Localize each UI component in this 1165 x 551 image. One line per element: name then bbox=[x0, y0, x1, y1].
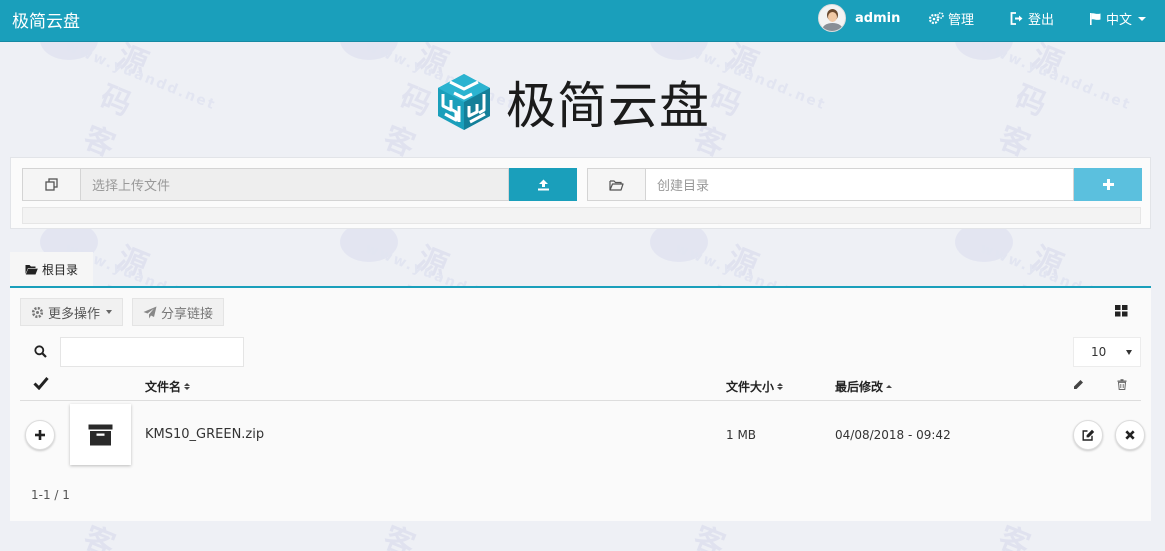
sort-asc-icon bbox=[886, 385, 893, 388]
column-modified-label: 最后修改 bbox=[835, 380, 884, 394]
logo-title: 极简云盘 bbox=[506, 77, 710, 135]
trash-icon bbox=[1117, 379, 1127, 390]
app-logo: 极简云盘 bbox=[432, 66, 710, 138]
create-folder-button[interactable] bbox=[1074, 168, 1142, 201]
cube-logo-icon bbox=[438, 74, 490, 130]
search-icon bbox=[34, 345, 47, 362]
edit-icon bbox=[1082, 429, 1094, 441]
close-icon bbox=[1125, 430, 1135, 440]
table-row[interactable]: KMS10_GREEN.zip 1 MB 04/08/2018 - 09:42 bbox=[20, 402, 1145, 466]
upload-icon bbox=[537, 179, 549, 190]
mkdir-input[interactable]: 创建目录 bbox=[646, 168, 1074, 201]
page-size-select[interactable]: 10 bbox=[1073, 337, 1141, 367]
grid-view-toggle[interactable] bbox=[1115, 305, 1128, 321]
file-name[interactable]: KMS10_GREEN.zip bbox=[145, 427, 264, 442]
flag-icon bbox=[1090, 13, 1101, 25]
column-filesize-label: 文件大小 bbox=[726, 380, 775, 394]
gear-icon bbox=[31, 306, 44, 318]
column-filename-label: 文件名 bbox=[145, 380, 182, 394]
folder-open-icon bbox=[609, 179, 624, 191]
caret-down-icon bbox=[106, 310, 113, 314]
cogs-icon bbox=[929, 12, 944, 25]
upload-addon bbox=[22, 168, 81, 201]
page-size-value: 10 bbox=[1091, 345, 1107, 359]
manage-link[interactable]: 管理 bbox=[929, 9, 974, 28]
paper-plane-icon bbox=[143, 306, 157, 318]
language-label: 中文 bbox=[1106, 13, 1133, 28]
logout-link[interactable]: 登出 bbox=[1010, 9, 1054, 28]
upload-file-input[interactable]: 选择上传文件 bbox=[81, 168, 509, 201]
delete-button[interactable] bbox=[1115, 420, 1145, 450]
username: admin bbox=[855, 10, 901, 26]
language-dropdown[interactable]: 中文 bbox=[1089, 9, 1147, 28]
column-filesize[interactable]: 文件大小 bbox=[726, 378, 784, 395]
plus-icon bbox=[1102, 179, 1114, 190]
upload-input-group: 选择上传文件 bbox=[22, 168, 577, 201]
file-list-panel: 更多操作 分享链接 10 文件名 文件大小 最后修改 KMS10_GREEN.z… bbox=[10, 288, 1151, 521]
caret-down-icon bbox=[1138, 16, 1147, 21]
copy-icon bbox=[45, 178, 58, 191]
mkdir-input-group: 创建目录 bbox=[587, 168, 1142, 201]
pencil-icon bbox=[1074, 380, 1083, 389]
sort-icon bbox=[777, 383, 784, 390]
upload-progress-bar bbox=[22, 207, 1141, 224]
top-navbar: 极简云盘 admin 管理 登出 中文 bbox=[0, 0, 1165, 42]
expand-row-button[interactable] bbox=[25, 420, 55, 450]
share-link-label: 分享链接 bbox=[161, 306, 214, 322]
upload-panel: 选择上传文件 创建目录 bbox=[10, 157, 1151, 229]
mkdir-addon bbox=[587, 168, 646, 201]
manage-label: 管理 bbox=[948, 13, 975, 28]
select-all-checkbox[interactable] bbox=[33, 376, 49, 390]
column-edit bbox=[1073, 379, 1084, 390]
file-thumbnail[interactable] bbox=[70, 404, 131, 465]
check-icon bbox=[33, 377, 49, 390]
column-filename[interactable]: 文件名 bbox=[145, 378, 191, 395]
archive-icon bbox=[88, 424, 113, 445]
avatar bbox=[818, 4, 846, 32]
logout-label: 登出 bbox=[1028, 13, 1055, 28]
navbar-brand[interactable]: 极简云盘 bbox=[12, 7, 80, 32]
column-modified[interactable]: 最后修改 bbox=[835, 378, 893, 395]
file-modified: 04/08/2018 - 09:42 bbox=[835, 428, 951, 442]
search-input[interactable] bbox=[60, 337, 244, 367]
file-size: 1 MB bbox=[726, 428, 757, 442]
user-menu[interactable]: admin bbox=[818, 3, 900, 33]
edit-button[interactable] bbox=[1073, 420, 1103, 450]
grid-icon bbox=[1115, 305, 1128, 317]
breadcrumb-label: 根目录 bbox=[42, 262, 79, 277]
upload-button[interactable] bbox=[509, 168, 577, 201]
folder-open-icon bbox=[25, 264, 38, 274]
sign-out-icon bbox=[1010, 12, 1023, 25]
column-delete bbox=[1117, 379, 1127, 390]
caret-down-icon bbox=[1126, 350, 1132, 355]
more-actions-button[interactable]: 更多操作 bbox=[20, 298, 124, 326]
share-link-button[interactable]: 分享链接 bbox=[132, 298, 225, 326]
pagination-info: 1-1 / 1 bbox=[31, 488, 70, 502]
plus-icon bbox=[35, 430, 45, 440]
breadcrumb-root[interactable]: 根目录 bbox=[10, 252, 94, 286]
table-header: 文件名 文件大小 最后修改 bbox=[20, 376, 1141, 401]
sort-icon bbox=[184, 383, 191, 390]
more-actions-label: 更多操作 bbox=[48, 306, 101, 322]
